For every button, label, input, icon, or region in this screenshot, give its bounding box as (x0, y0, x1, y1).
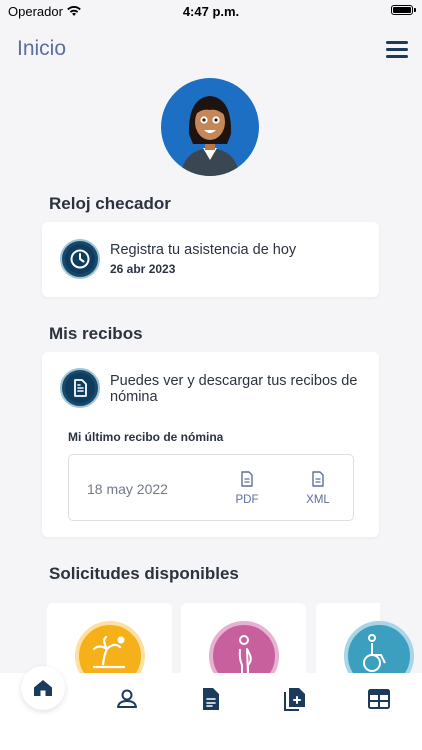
download-xml-button[interactable]: XML (298, 471, 338, 506)
last-receipt-box: 18 may 2022 PDF XML (68, 454, 354, 521)
menu-button[interactable] (386, 40, 408, 58)
status-bar: Operador 4:47 p.m. (0, 0, 422, 24)
requests-section-title: Solicitudes disponibles (49, 564, 239, 583)
pdf-file-icon (241, 471, 253, 487)
add-document-icon (284, 688, 305, 711)
tab-new-request[interactable] (282, 686, 308, 712)
clock-card-text: Registra tu asistencia de hoy (110, 242, 297, 258)
document-icon (203, 688, 219, 710)
pdf-label: PDF (235, 494, 259, 506)
last-receipt-label: Mi último recibo de nómina (68, 430, 224, 444)
battery-icon (391, 5, 413, 15)
clock-icon (60, 239, 100, 279)
xml-label: XML (306, 494, 330, 506)
tab-home[interactable] (21, 666, 65, 710)
download-pdf-button[interactable]: PDF (227, 471, 267, 506)
last-receipt-date: 18 may 2022 (87, 481, 168, 497)
battery-tip (414, 8, 416, 12)
receipts-section-title: Mis recibos (49, 324, 143, 343)
page-title: Inicio (17, 37, 67, 60)
user-avatar-icon (181, 96, 239, 176)
avatar[interactable] (161, 78, 259, 176)
clock-card[interactable]: Registra tu asistencia de hoy 26 abr 202… (42, 222, 379, 297)
clock-section-title: Reloj checador (49, 194, 171, 213)
tab-documents[interactable] (198, 686, 224, 712)
profile-icon (117, 689, 137, 708)
clock-card-date: 26 abr 2023 (110, 262, 176, 276)
receipts-card-text: Puedes ver y descargar tus recibos de nó… (110, 373, 358, 405)
xml-file-icon (312, 471, 324, 487)
clock-time: 4:47 p.m. (182, 4, 240, 19)
calendar-icon (368, 689, 390, 709)
receipt-document-icon (60, 368, 100, 408)
tab-calendar[interactable] (366, 686, 392, 712)
home-icon (34, 680, 52, 696)
tab-profile[interactable] (114, 686, 140, 712)
